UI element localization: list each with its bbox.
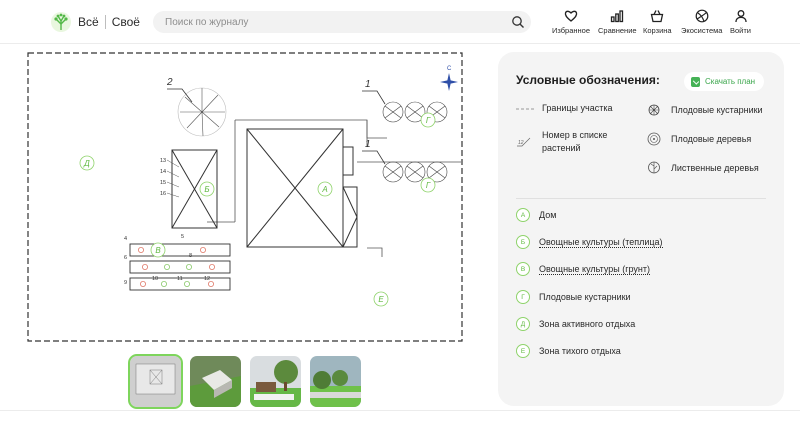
- boundary-dash-icon: [516, 108, 534, 110]
- page-divider: [0, 410, 800, 411]
- zone-badge: Е: [516, 344, 530, 358]
- logo-text-left: Всё: [78, 15, 99, 29]
- nav-favorites-label: Избранное: [552, 26, 591, 35]
- svg-text:6: 6: [124, 255, 127, 261]
- logo[interactable]: Всё Своё: [50, 11, 140, 33]
- nav-compare-label: Сравнение: [598, 26, 637, 35]
- zone-label: Дом: [539, 210, 557, 220]
- zone-badge: Б: [516, 235, 530, 249]
- download-plan-button[interactable]: Скачать план: [684, 72, 765, 91]
- zone-badge: Г: [516, 290, 530, 304]
- legend-divider: [516, 198, 766, 199]
- svg-text:8: 8: [189, 253, 192, 259]
- plan-num-14: 14: [160, 169, 166, 175]
- zone-item-shrubs: Г Плодовые кустарники: [516, 290, 631, 304]
- thumbnail-strip: [128, 354, 361, 409]
- svg-text:9: 9: [124, 280, 127, 286]
- nav-cart-label: Корзина: [643, 26, 672, 35]
- zone-item-greenhouse[interactable]: Б Овощные культуры (теплица): [516, 235, 663, 249]
- plan-num-16: 16: [160, 191, 166, 197]
- zone-link-beds[interactable]: Овощные культуры (грунт): [539, 264, 650, 275]
- zone-g-mark: Г: [426, 116, 431, 125]
- zone-link-greenhouse[interactable]: Овощные культуры (теплица): [539, 237, 663, 248]
- legend-plant-number-line1: Номер в списке: [542, 130, 608, 140]
- legend-boundary: Границы участка: [542, 103, 613, 113]
- legend-fruit-shrubs: Плодовые кустарники: [671, 105, 763, 115]
- zone-label: Плодовые кустарники: [539, 292, 631, 302]
- plan-num-15: 15: [160, 180, 166, 186]
- zone-item-quiet-rest: Е Зона тихого отдыха: [516, 344, 621, 358]
- nav-ecosystem-label: Экосистема: [681, 26, 723, 35]
- thumbnail-render-house[interactable]: [250, 356, 301, 407]
- legend-plant-number: Номер в списке растений: [542, 129, 607, 155]
- plan-num-13: 13: [160, 158, 166, 164]
- svg-text:1: 1: [365, 79, 371, 90]
- svg-text:4: 4: [124, 236, 127, 242]
- zone-label: Зона тихого отдыха: [539, 346, 621, 356]
- logo-tree-icon: [51, 12, 71, 32]
- legend-fruit-trees: Плодовые деревья: [671, 134, 752, 144]
- legend-title: Условные обозначения:: [516, 73, 660, 87]
- heart-icon: [564, 10, 578, 22]
- legend-plant-number-line2: растений: [542, 143, 581, 153]
- zone-label: Зона активного отдыха: [539, 319, 636, 329]
- nav-cart[interactable]: Корзина: [643, 9, 672, 35]
- zone-badge: Д: [516, 317, 530, 331]
- zone-b-mark: Б: [204, 185, 209, 194]
- plant-number-icon: 12: [517, 137, 531, 147]
- zone-badge: А: [516, 208, 530, 222]
- user-icon: [734, 10, 747, 23]
- thumbnail-plan[interactable]: [128, 354, 183, 409]
- search-icon[interactable]: [511, 15, 525, 29]
- search-input[interactable]: [165, 11, 495, 33]
- zone-v-mark: В: [155, 246, 161, 255]
- compare-bars-icon: [611, 10, 624, 23]
- zone-item-beds[interactable]: В Овощные культуры (грунт): [516, 262, 650, 276]
- download-plan-label: Скачать план: [705, 77, 756, 86]
- svg-text:1: 1: [365, 139, 371, 150]
- site-header: Всё Своё Избранное Сравнение Корзина Эко…: [0, 0, 800, 44]
- fruit-tree-icon: [647, 132, 661, 146]
- zone-a-mark: А: [321, 185, 327, 194]
- thumbnail-render-garden[interactable]: [310, 356, 361, 407]
- search-bar: [153, 11, 531, 33]
- site-plan[interactable]: С 13 14 15 16 4 5 6 8 9 10 11 12 2 1 1 А…: [27, 52, 463, 342]
- legend-panel: Условные обозначения: Скачать план Грани…: [498, 52, 784, 406]
- logo-text-right: Своё: [111, 15, 140, 29]
- logo-divider: [104, 15, 106, 29]
- zone-item-house: А Дом: [516, 208, 556, 222]
- basket-icon: [650, 10, 664, 23]
- compass-letter: С: [447, 66, 452, 72]
- nav-favorites[interactable]: Избранное: [552, 9, 590, 35]
- fruit-shrub-icon: [648, 104, 660, 116]
- nav-compare[interactable]: Сравнение: [598, 9, 637, 35]
- svg-text:11: 11: [177, 276, 183, 282]
- nav-login[interactable]: Войти: [730, 9, 751, 35]
- zone-item-active-rest: Д Зона активного отдыха: [516, 317, 635, 331]
- zone-e-mark: Е: [378, 295, 384, 304]
- svg-text:2: 2: [166, 77, 173, 88]
- download-icon: [691, 76, 700, 87]
- nav-login-label: Войти: [730, 26, 751, 35]
- zone-g-mark-2: Г: [426, 181, 431, 190]
- thumbnail-render-top[interactable]: [190, 356, 241, 407]
- zone-d-mark: Д: [83, 159, 90, 168]
- svg-text:12: 12: [518, 140, 524, 146]
- zone-badge: В: [516, 262, 530, 276]
- nav-ecosystem[interactable]: Экосистема: [681, 9, 722, 35]
- svg-text:10: 10: [152, 276, 158, 282]
- plan-drawing: С 13 14 15 16 4 5 6 8 9 10 11 12 2 1 1 А…: [27, 52, 463, 342]
- ecosystem-icon: [695, 9, 709, 23]
- svg-text:5: 5: [181, 234, 184, 240]
- legend-deciduous-trees: Лиственные деревья: [671, 163, 759, 173]
- deciduous-tree-icon: [648, 161, 660, 174]
- svg-text:12: 12: [204, 276, 210, 282]
